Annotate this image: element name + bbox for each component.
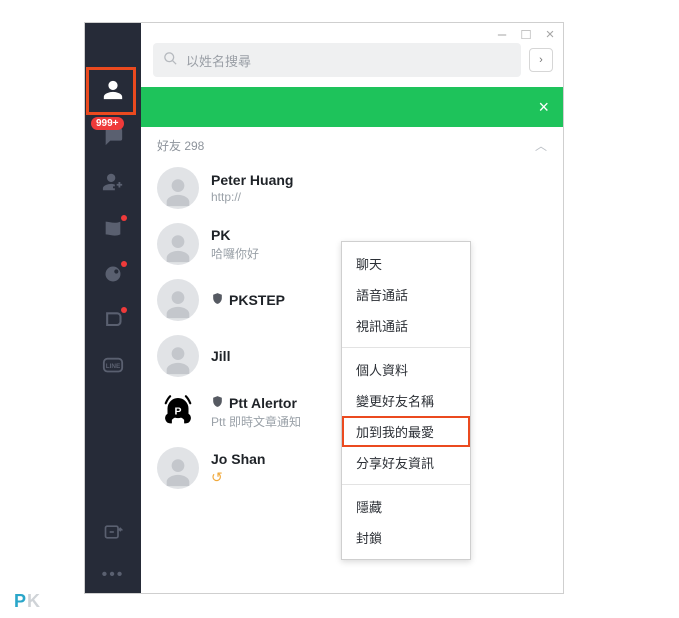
svg-text:LINE: LINE: [106, 362, 121, 369]
search-input[interactable]: 以姓名搜尋: [153, 43, 521, 77]
friend-info: Jill: [211, 348, 230, 364]
friends-section-header[interactable]: 好友 298 ︿: [141, 127, 563, 160]
avatar: P: [157, 391, 199, 433]
context-menu-group: 隱藏 封鎖: [342, 485, 470, 559]
sidebar-chats[interactable]: 999+: [85, 115, 141, 161]
sidebar-openchat[interactable]: [85, 299, 141, 345]
play-icon: [102, 217, 124, 244]
presence-dot: [192, 223, 199, 230]
window-controls: – □ ×: [493, 25, 559, 43]
sidebar-friends[interactable]: [85, 69, 141, 115]
friend-info: Jo Shan ↺: [211, 451, 265, 486]
context-menu: 聊天 語音通話 視訊通話 個人資料 變更好友名稱 加到我的最愛 分享好友資訊 隱…: [341, 241, 471, 560]
watermark-p: P: [14, 591, 27, 611]
sidebar-more[interactable]: •••: [85, 557, 141, 593]
section-label: 好友 298: [157, 137, 204, 154]
menu-voice-call[interactable]: 語音通話: [342, 279, 470, 310]
minimize-button[interactable]: –: [493, 25, 511, 43]
chevron-up-icon: ︿: [535, 137, 547, 154]
sidebar-line[interactable]: LINE: [85, 345, 141, 391]
svg-text:P: P: [174, 406, 181, 418]
expand-button[interactable]: ›: [529, 48, 553, 72]
sidebar-spacer-top: [85, 31, 141, 69]
friend-info: Peter Huang http://: [211, 172, 293, 204]
maximize-button[interactable]: □: [517, 25, 535, 43]
search-placeholder: 以姓名搜尋: [186, 51, 251, 70]
sidebar-news[interactable]: [85, 207, 141, 253]
avatar: [157, 223, 199, 265]
presence-dot: [192, 447, 199, 454]
avatar: [157, 335, 199, 377]
menu-hide[interactable]: 隱藏: [342, 491, 470, 522]
friend-name: Peter Huang: [211, 172, 293, 188]
friend-row[interactable]: Peter Huang http://: [147, 160, 557, 216]
watermark: PK: [14, 591, 41, 612]
avatar: [157, 279, 199, 321]
close-icon[interactable]: ×: [538, 97, 549, 118]
friend-name: Jill: [211, 348, 230, 364]
close-button[interactable]: ×: [541, 25, 559, 43]
shield-icon: [211, 395, 224, 411]
friend-status: 哈囉你好: [211, 245, 259, 262]
friend-name: Ptt Alertor: [229, 395, 297, 411]
menu-add-favorite[interactable]: 加到我的最愛: [342, 416, 470, 447]
friend-status: ↺: [211, 469, 265, 486]
notification-dot: [121, 261, 127, 267]
context-menu-group: 聊天 語音通話 視訊通話: [342, 242, 470, 347]
sidebar-voom[interactable]: [85, 253, 141, 299]
app-window: 999+: [84, 22, 564, 594]
notification-dot: [121, 215, 127, 221]
sidebar-keep[interactable]: [85, 511, 141, 557]
shield-icon: [211, 292, 224, 308]
menu-video-call[interactable]: 視訊通話: [342, 310, 470, 341]
menu-profile[interactable]: 個人資料: [342, 354, 470, 385]
line-logo-icon: LINE: [102, 355, 124, 382]
notification-dot: [121, 307, 127, 313]
openchat-icon: [103, 310, 123, 335]
search-icon: [163, 51, 178, 69]
menu-chat[interactable]: 聊天: [342, 248, 470, 279]
friend-name: PK: [211, 227, 230, 243]
main-panel: – □ × 以姓名搜尋 › × 好友 298 ︿: [141, 23, 563, 593]
friend-name: PKSTEP: [229, 292, 285, 308]
friend-status: Ptt 即時文章通知: [211, 413, 301, 430]
friend-info: PKSTEP: [211, 292, 285, 308]
notification-bar[interactable]: ×: [141, 87, 563, 127]
more-icon: •••: [102, 566, 125, 584]
avatar: [157, 447, 199, 489]
sidebar: 999+: [85, 23, 141, 593]
presence-dot: [192, 335, 199, 342]
menu-share[interactable]: 分享好友資訊: [342, 447, 470, 478]
person-icon: [102, 79, 124, 106]
watermark-k: K: [27, 591, 41, 611]
friend-info: PK 哈囉你好: [211, 227, 259, 262]
presence-dot: [192, 167, 199, 174]
keep-icon: [103, 522, 123, 547]
voom-icon: [103, 264, 123, 289]
avatar: [157, 167, 199, 209]
menu-rename[interactable]: 變更好友名稱: [342, 385, 470, 416]
chat-badge: 999+: [91, 117, 124, 130]
friend-status: http://: [211, 190, 293, 204]
add-friend-icon: [102, 171, 124, 198]
context-menu-group: 個人資料 變更好友名稱 加到我的最愛 分享好友資訊: [342, 348, 470, 484]
sidebar-add-friend[interactable]: [85, 161, 141, 207]
menu-block[interactable]: 封鎖: [342, 522, 470, 553]
friend-info: Ptt Alertor Ptt 即時文章通知: [211, 395, 301, 430]
friend-name: Jo Shan: [211, 451, 265, 467]
